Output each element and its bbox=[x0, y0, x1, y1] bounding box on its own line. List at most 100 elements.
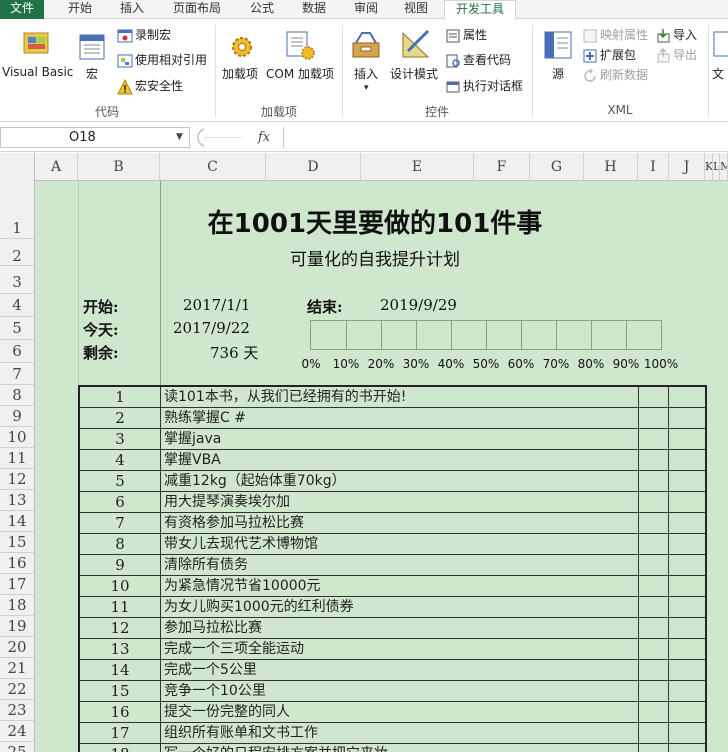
row-header-19[interactable]: 19 bbox=[0, 616, 35, 637]
column-header-a[interactable]: A bbox=[35, 153, 78, 181]
task-number[interactable]: 4 bbox=[80, 450, 161, 470]
task-number[interactable]: 3 bbox=[80, 429, 161, 449]
com-addins-button[interactable]: COM 加载项 bbox=[266, 23, 338, 103]
table-row[interactable]: 4 掌握VBA bbox=[80, 450, 705, 471]
row-header-12[interactable]: 12 bbox=[0, 469, 35, 490]
xml-source-button[interactable]: 源 bbox=[538, 23, 578, 103]
row-header-23[interactable]: 23 bbox=[0, 700, 35, 721]
task-number[interactable]: 8 bbox=[80, 534, 161, 554]
row-header-25[interactable]: 25 bbox=[0, 742, 35, 752]
row-header-16[interactable]: 16 bbox=[0, 553, 35, 574]
table-row[interactable]: 15 竞争一个10公里 bbox=[80, 681, 705, 702]
column-header-l[interactable]: L bbox=[713, 153, 720, 181]
worksheet-grid[interactable]: A B C D E F G H I J K L M 1 2 3 4 5 6 7 … bbox=[0, 153, 728, 752]
task-text[interactable]: 带女儿去现代艺术博物馆 bbox=[164, 534, 636, 554]
tab-file[interactable]: 文件 bbox=[0, 0, 44, 19]
table-row[interactable]: 10 为紧急情况节省10000元 bbox=[80, 576, 705, 597]
task-text[interactable]: 完成一个三项全能运动 bbox=[164, 639, 636, 659]
row-header-11[interactable]: 11 bbox=[0, 448, 35, 469]
task-text[interactable]: 完成一个5公里 bbox=[164, 660, 636, 680]
table-row[interactable]: 1 读101本书，从我们已经拥有的书开始! bbox=[80, 387, 705, 408]
column-header-m[interactable]: M bbox=[720, 153, 728, 181]
row-header-7[interactable]: 7 bbox=[0, 363, 35, 385]
table-row[interactable]: 12 参加马拉松比赛 bbox=[80, 618, 705, 639]
tab-review[interactable]: 审阅 bbox=[342, 0, 390, 19]
task-number[interactable]: 13 bbox=[80, 639, 161, 659]
row-header-4[interactable]: 4 bbox=[0, 294, 35, 317]
table-row[interactable]: 18写一个好的日程安排方案并把它来妆 bbox=[80, 744, 705, 752]
task-text[interactable]: 为紧急情况节省10000元 bbox=[164, 576, 636, 596]
tab-formulas[interactable]: 公式 bbox=[238, 0, 286, 19]
column-header-k[interactable]: K bbox=[705, 153, 713, 181]
row-header-20[interactable]: 20 bbox=[0, 637, 35, 658]
task-number[interactable]: 5 bbox=[80, 471, 161, 491]
task-text[interactable]: 为女儿购买1000元的红利债券 bbox=[164, 597, 636, 617]
row-header-5[interactable]: 5 bbox=[0, 317, 35, 340]
tab-page-layout[interactable]: 页面布局 bbox=[162, 0, 232, 19]
table-row[interactable]: 17 组织所有账单和文书工作 bbox=[80, 723, 705, 744]
row-header-2[interactable]: 2 bbox=[0, 239, 35, 266]
task-text[interactable]: 写一个好的日程安排方案并把它来妆 bbox=[164, 744, 636, 752]
task-text[interactable]: 掌握VBA bbox=[164, 450, 636, 470]
column-header-c[interactable]: C bbox=[160, 153, 266, 181]
column-header-j[interactable]: J bbox=[669, 153, 705, 181]
table-row[interactable]: 2 熟练掌握C # bbox=[80, 408, 705, 429]
view-code-button[interactable]: 查看代码 bbox=[445, 50, 511, 70]
document-panel-button[interactable]: 文 bbox=[710, 23, 728, 103]
macro-security-button[interactable]: 宏安全性 bbox=[117, 76, 183, 96]
column-header-d[interactable]: D bbox=[266, 153, 361, 181]
row-header-6[interactable]: 6 bbox=[0, 340, 35, 363]
row-header-9[interactable]: 9 bbox=[0, 406, 35, 427]
table-row[interactable]: 16 提交一份完整的同人 bbox=[80, 702, 705, 723]
macros-button[interactable]: 宏 bbox=[74, 23, 112, 103]
column-header-b[interactable]: B bbox=[78, 153, 160, 181]
table-row[interactable]: 6 用大提琴演奏埃尔加 bbox=[80, 492, 705, 513]
table-row[interactable]: 14 完成一个5公里 bbox=[80, 660, 705, 681]
task-number[interactable]: 18 bbox=[80, 744, 161, 752]
addins-button[interactable]: 加载项 bbox=[219, 23, 265, 103]
map-properties-button[interactable]: 映射属性 bbox=[582, 25, 648, 45]
task-text[interactable]: 提交一份完整的同人 bbox=[164, 702, 636, 722]
task-number[interactable]: 17 bbox=[80, 723, 161, 743]
task-number[interactable]: 9 bbox=[80, 555, 161, 575]
column-header-f[interactable]: F bbox=[474, 153, 530, 181]
task-text[interactable]: 读101本书，从我们已经拥有的书开始! bbox=[164, 387, 636, 407]
export-button[interactable]: 导出 bbox=[655, 45, 697, 65]
expansion-pack-button[interactable]: 扩展包 bbox=[582, 45, 636, 65]
column-header-g[interactable]: G bbox=[530, 153, 584, 181]
row-header-8[interactable]: 8 bbox=[0, 385, 35, 406]
task-number[interactable]: 7 bbox=[80, 513, 161, 533]
task-number[interactable]: 12 bbox=[80, 618, 161, 638]
task-text[interactable]: 清除所有债务 bbox=[164, 555, 636, 575]
select-all-corner[interactable] bbox=[0, 153, 35, 181]
table-row[interactable]: 3 掌握java bbox=[80, 429, 705, 450]
formula-input[interactable] bbox=[283, 127, 728, 148]
row-header-3[interactable]: 3 bbox=[0, 266, 35, 294]
tab-developer[interactable]: 开发工具 bbox=[444, 0, 516, 20]
row-header-13[interactable]: 13 bbox=[0, 490, 35, 511]
task-text[interactable]: 组织所有账单和文书工作 bbox=[164, 723, 636, 743]
column-header-h[interactable]: H bbox=[584, 153, 638, 181]
relative-reference-button[interactable]: 使用相对引用 bbox=[117, 50, 207, 70]
task-text[interactable]: 减重12kg（起始体重70kg） bbox=[164, 471, 636, 491]
tab-data[interactable]: 数据 bbox=[290, 0, 338, 19]
table-row[interactable]: 11 为女儿购买1000元的红利债券 bbox=[80, 597, 705, 618]
task-number[interactable]: 1 bbox=[80, 387, 161, 407]
table-row[interactable]: 9 清除所有债务 bbox=[80, 555, 705, 576]
task-number[interactable]: 2 bbox=[80, 408, 161, 428]
tab-home[interactable]: 开始 bbox=[56, 0, 104, 19]
table-row[interactable]: 5 减重12kg（起始体重70kg） bbox=[80, 471, 705, 492]
task-number[interactable]: 14 bbox=[80, 660, 161, 680]
import-button[interactable]: 导入 bbox=[655, 25, 697, 45]
row-header-15[interactable]: 15 bbox=[0, 532, 35, 553]
row-header-10[interactable]: 10 bbox=[0, 427, 35, 448]
task-text[interactable]: 有资格参加马拉松比赛 bbox=[164, 513, 636, 533]
task-number[interactable]: 15 bbox=[80, 681, 161, 701]
table-row[interactable]: 7 有资格参加马拉松比赛 bbox=[80, 513, 705, 534]
task-table[interactable]: 1 读101本书，从我们已经拥有的书开始! 2 熟练掌握C #3 掌握java 4 掌握VB… bbox=[78, 385, 707, 752]
table-row[interactable]: 13 完成一个三项全能运动 bbox=[80, 639, 705, 660]
row-header-24[interactable]: 24 bbox=[0, 721, 35, 742]
tab-insert[interactable]: 插入 bbox=[108, 0, 156, 19]
task-text[interactable]: 竞争一个10公里 bbox=[164, 681, 636, 701]
task-number[interactable]: 6 bbox=[80, 492, 161, 512]
